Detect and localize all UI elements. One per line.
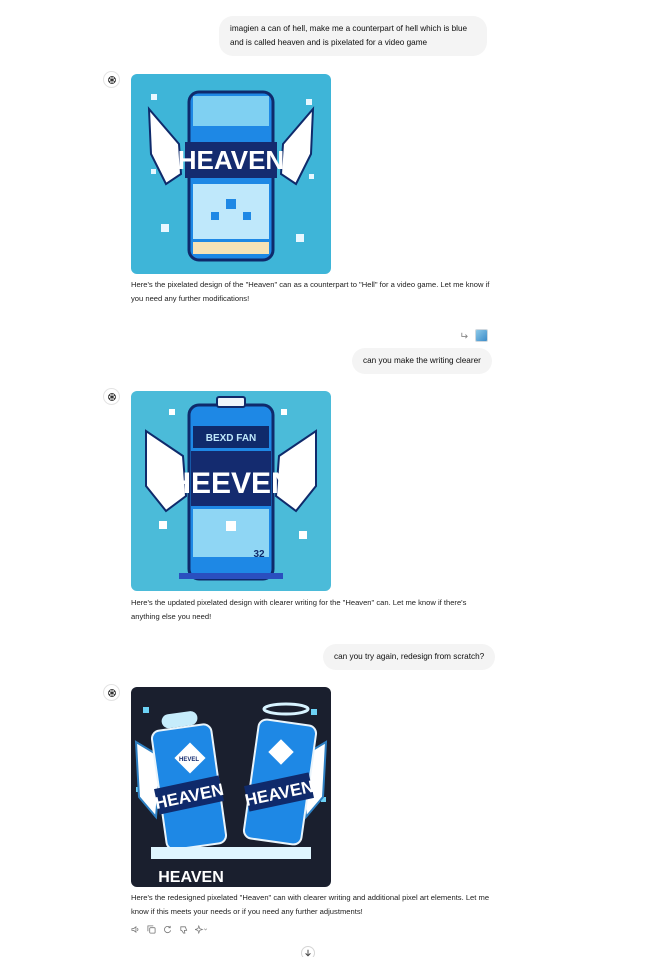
regenerate-icon[interactable] [162, 924, 172, 934]
arrow-down-icon [305, 949, 311, 957]
openai-logo-icon [107, 392, 116, 401]
openai-logo-icon [107, 688, 116, 697]
assistant-message-1: Here's the pixelated design of the "Heav… [131, 278, 491, 305]
generated-image-heaven-can-1[interactable]: HEAVEN [131, 74, 331, 274]
edited-image-thumbnail[interactable] [475, 329, 488, 342]
assistant-avatar [103, 388, 120, 405]
assistant-message-3: Here's the redesigned pixelated "Heaven"… [131, 891, 491, 918]
user-message-text: can you try again, redesign from scratch… [334, 652, 485, 661]
message-action-bar [130, 924, 208, 934]
openai-logo-icon [107, 75, 116, 84]
can-number-text: 32 [253, 549, 265, 560]
speaker-icon[interactable] [130, 924, 140, 934]
assistant-message-text: Here's the updated pixelated design with… [131, 598, 467, 621]
user-message-3: can you try again, redesign from scratch… [323, 644, 496, 670]
edit-arrow-icon [461, 332, 468, 339]
generated-image-heaven-can-2[interactable]: BEXD FAN HEEVEN 32 [131, 391, 331, 591]
edited-image-indicator [460, 329, 488, 342]
assistant-message-2: Here's the updated pixelated design with… [131, 596, 491, 623]
assistant-message-text: Here's the redesigned pixelated "Heaven"… [131, 893, 490, 916]
user-message-text: can you make the writing clearer [363, 356, 481, 365]
scroll-to-bottom-button[interactable] [301, 946, 315, 957]
assistant-message-text: Here's the pixelated design of the "Heav… [131, 280, 490, 303]
copy-icon[interactable] [146, 924, 156, 934]
generated-image-heaven-cans-3[interactable]: HEVEL HEAVEN HEAVEN HEAVEN [131, 687, 331, 887]
user-message-2: can you make the writing clearer [352, 348, 492, 374]
user-message-1: imagien a can of hell, make me a counter… [219, 16, 487, 56]
sparkle-model-icon[interactable] [194, 924, 208, 934]
image-bottom-label-text: HEAVEN [158, 869, 224, 886]
user-message-text: imagien a can of hell, make me a counter… [230, 24, 468, 47]
can-label-text: HEEVEN [169, 467, 292, 500]
assistant-avatar [103, 684, 120, 701]
can-badge-text: HEVEL [179, 757, 199, 763]
assistant-avatar [103, 71, 120, 88]
thumbs-down-icon[interactable] [178, 924, 188, 934]
can-top-label-text: BEXD FAN [206, 433, 257, 444]
can-label-text: HEAVEN [178, 145, 284, 175]
